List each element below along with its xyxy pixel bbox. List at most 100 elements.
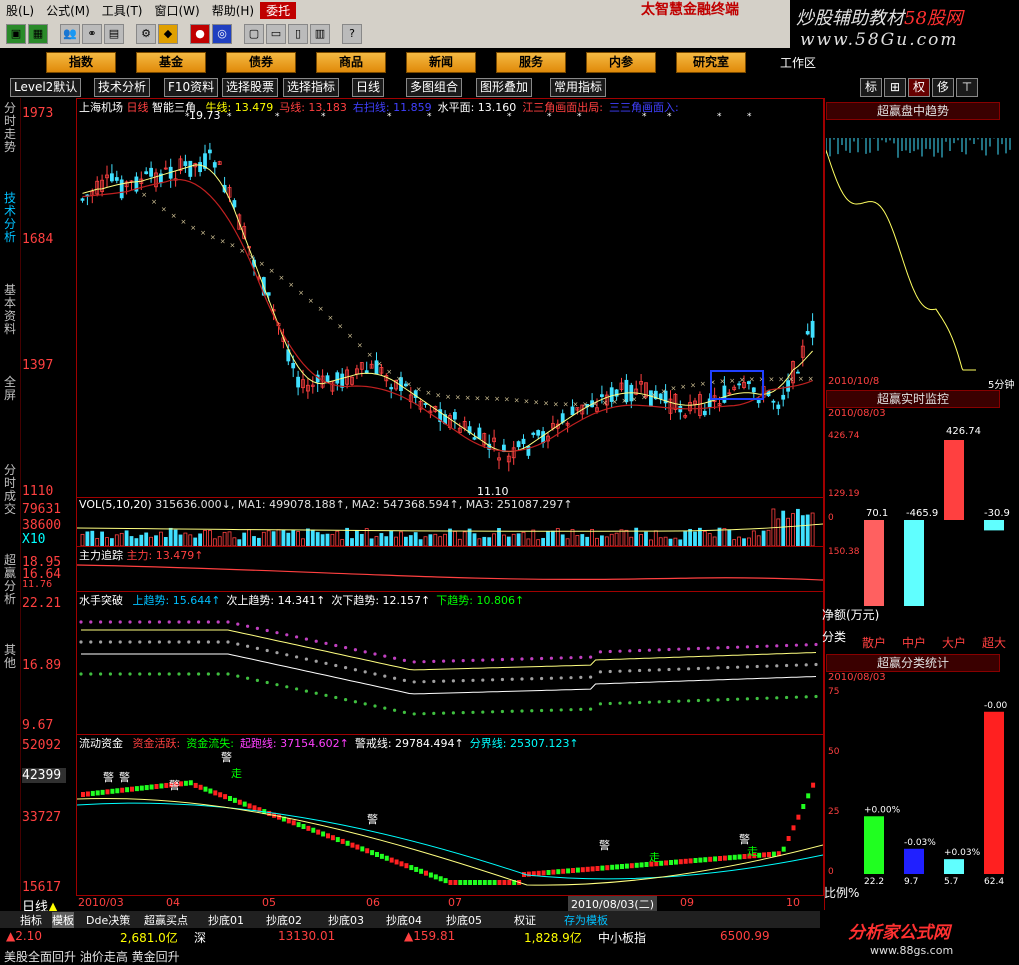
nav-internal[interactable]: 内参	[586, 52, 656, 73]
mid-band	[265, 648, 269, 653]
nav-bond[interactable]: 债券	[226, 52, 296, 73]
f10-button[interactable]: F10资料	[164, 78, 219, 97]
bottom-tab[interactable]: 权证	[514, 912, 536, 928]
diamond-icon[interactable]: ◆	[158, 24, 178, 44]
water-value: 上趋势: 15.644↑	[132, 594, 221, 607]
bottom-tab[interactable]: Dde决策	[86, 912, 130, 928]
upper-band	[569, 656, 573, 660]
lower-band	[79, 672, 83, 676]
select-stock-button[interactable]: 选择股票	[222, 78, 279, 97]
lower-band	[324, 693, 328, 697]
ma-marker: ×	[230, 241, 236, 249]
flow-block	[159, 783, 164, 789]
lower-band	[255, 678, 259, 682]
tab-ticks[interactable]: 分时成交	[2, 464, 18, 516]
upper-band	[814, 642, 818, 647]
bottom-tab[interactable]: 存为模板	[564, 912, 608, 928]
workarea-button[interactable]: 工作区	[780, 54, 816, 71]
price-panel[interactable]: × × × × × × × × × × × × × × × × × × × × × × × × × × × × × × × × × × × × × × × ×…	[76, 98, 824, 498]
water-value: 下趋势: 10.806↑	[436, 594, 525, 607]
water-panel[interactable]: 水手突破 上趋势: 15.644↑ 次上趋势: 14.341↑ 次下趋势: 12.1…	[76, 591, 824, 735]
tab-other[interactable]: 其他	[2, 644, 18, 670]
ma-marker: ×	[171, 212, 177, 220]
upper-band	[148, 620, 152, 624]
move-button[interactable]: 侈	[932, 78, 954, 97]
tab-technical[interactable]: 技术分析	[2, 192, 18, 244]
window-icon[interactable]: ▭	[266, 24, 286, 44]
gear-icon[interactable]: ⚙	[136, 24, 156, 44]
ma-marker: ×	[533, 399, 539, 407]
volume-bar	[183, 532, 188, 546]
flow-panel[interactable]: 流动资金 资金活跃: 资金流失: 起跑线: 37154.602↑ 警戒线: 29784…	[76, 734, 824, 896]
monitor-icon[interactable]: ▢	[244, 24, 264, 44]
nav-news[interactable]: 新闻	[406, 52, 476, 73]
nav-service[interactable]: 服务	[496, 52, 566, 73]
volume-bar	[256, 537, 261, 546]
bottom-tab[interactable]: 模板	[52, 912, 74, 928]
window2-icon[interactable]: ▯	[288, 24, 308, 44]
menu-help[interactable]: 帮助(H)	[206, 2, 260, 19]
menu-entrust[interactable]: 委托	[260, 1, 297, 19]
common-indicator-select[interactable]: 常用指标	[550, 78, 607, 97]
tab-fullscreen[interactable]: 全屏	[2, 376, 18, 402]
circle-icon[interactable]: ●	[190, 24, 210, 44]
select-indicator-button[interactable]: 选择指标	[283, 78, 340, 97]
volume-bar	[791, 513, 795, 546]
menu-formula[interactable]: 公式(M)	[40, 2, 96, 19]
ma-marker: ×	[190, 224, 196, 232]
volume-panel[interactable]: VOL(5,10,20) 315636.000↓, MA1: 499078.18…	[76, 497, 824, 547]
app-brand: 太智慧金融终端	[590, 0, 790, 20]
period-select[interactable]: 日线	[352, 78, 385, 97]
volume-bar	[805, 514, 810, 546]
level2-select[interactable]: Level2默认	[10, 78, 82, 97]
menu-tools[interactable]: 工具(T)	[96, 2, 149, 19]
overlay-button[interactable]: 图形叠加	[476, 78, 533, 97]
volume-bar	[800, 515, 805, 546]
ma-marker: ×	[494, 395, 500, 403]
upper-band	[500, 657, 504, 662]
nav-research[interactable]: 研究室	[676, 52, 746, 73]
tab-super-analysis[interactable]: 超赢分析	[2, 554, 18, 606]
globe-icon[interactable]: ◎	[212, 24, 232, 44]
status-market: 深	[194, 931, 207, 945]
main-force-panel[interactable]: 主力追踪 主力: 13.479↑	[76, 546, 824, 592]
multi-chart-select[interactable]: 多图组合	[406, 78, 463, 97]
volume-bar	[776, 518, 781, 546]
tab-intraday[interactable]: 分时走势	[2, 102, 18, 154]
volume-bar	[619, 529, 624, 546]
lower-band	[491, 710, 495, 714]
flow-block	[693, 858, 698, 863]
volume-bar	[624, 529, 629, 546]
binoculars-icon[interactable]: ⚭	[82, 24, 102, 44]
ma-marker: ×	[181, 218, 187, 226]
volume-bar	[693, 531, 697, 546]
bottom-tab[interactable]: 指标	[20, 912, 42, 928]
rights-button[interactable]: 权	[908, 78, 930, 97]
mid-band	[667, 667, 671, 672]
water-title: 水手突破	[79, 594, 123, 607]
bottom-tab[interactable]: 抄底03	[328, 912, 364, 928]
menu-window[interactable]: 窗口(W)	[148, 2, 205, 19]
bottom-tab[interactable]: 抄底04	[386, 912, 422, 928]
nav-commodity[interactable]: 商品	[316, 52, 386, 73]
help-cursor-icon[interactable]: ?	[342, 24, 362, 44]
books-icon[interactable]: ▥	[310, 24, 330, 44]
grid-button[interactable]: ⊞	[884, 78, 906, 97]
tab-fundamental[interactable]: 基本资料	[2, 284, 18, 336]
mark-button[interactable]: 标	[860, 78, 882, 97]
bottom-tab[interactable]: 超赢买点	[144, 912, 188, 928]
bottom-tab[interactable]: 抄底02	[266, 912, 302, 928]
menu-stock[interactable]: 股(L)	[0, 2, 40, 19]
nav-index[interactable]: 指数	[46, 52, 116, 73]
upper-band	[618, 649, 622, 653]
grid-icon[interactable]: ▦	[28, 24, 48, 44]
flag-icon[interactable]: ▣	[6, 24, 26, 44]
chart-icon[interactable]: ▤	[104, 24, 124, 44]
people-icon[interactable]: 👥	[60, 24, 80, 44]
lower-band	[510, 709, 514, 713]
bottom-tab[interactable]: 抄底05	[446, 912, 482, 928]
nav-fund[interactable]: 基金	[136, 52, 206, 73]
top-button[interactable]: ⊤	[956, 78, 978, 97]
bottom-tab[interactable]: 抄底01	[208, 912, 244, 928]
tech-analysis-select[interactable]: 技术分析	[94, 78, 151, 97]
